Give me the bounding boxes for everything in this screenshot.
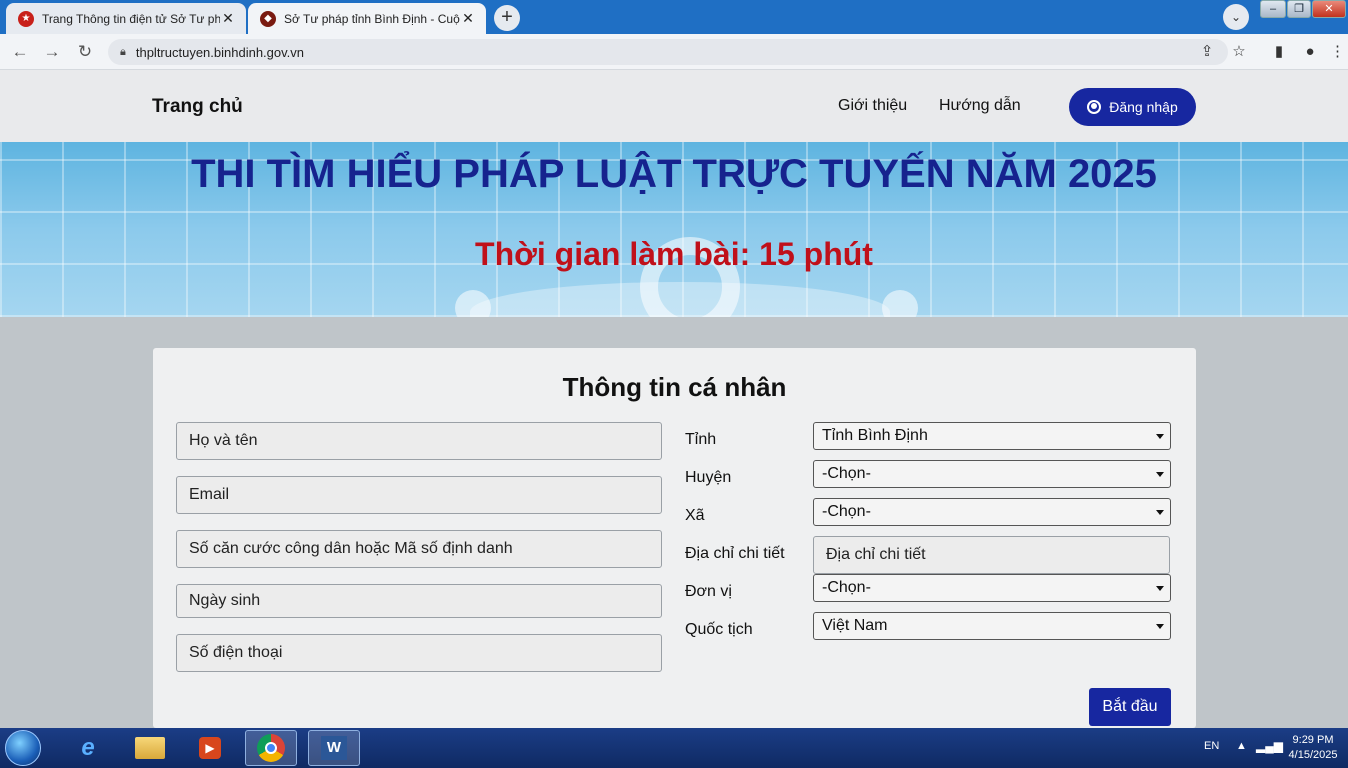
login-button[interactable]: Đăng nhập (1069, 88, 1196, 126)
language-indicator[interactable]: EN (1204, 740, 1219, 752)
nationality-select[interactable]: Việt Nam (813, 612, 1171, 640)
forward-icon[interactable]: → (41, 41, 63, 63)
profile-icon[interactable]: ● (1299, 41, 1321, 63)
media-player-icon[interactable]: ▶ (184, 730, 236, 766)
unit-select[interactable]: -Chọn- (813, 574, 1171, 602)
nav-guide[interactable]: Hướng dẫn (939, 97, 1021, 115)
tab-search-icon[interactable]: ⌄ (1223, 4, 1249, 30)
unit-value: -Chọn- (822, 579, 871, 596)
share-icon[interactable]: ⇪ (1196, 41, 1218, 63)
chrome-icon[interactable] (245, 730, 297, 766)
address-input[interactable]: Địa chỉ chi tiết (813, 536, 1170, 574)
close-tab-icon[interactable]: ✕ (220, 10, 236, 27)
internet-explorer-icon[interactable]: e (62, 730, 114, 766)
file-explorer-icon[interactable] (124, 730, 176, 766)
close-window-button[interactable]: ✕ (1312, 0, 1346, 18)
nationality-label: Quốc tịch (685, 621, 753, 638)
system-clock[interactable]: 9:29 PM 4/15/2025 (1282, 733, 1344, 763)
address-bar[interactable]: 🔒︎ thpltructuyen.binhdinh.gov.vn (108, 39, 1228, 65)
time-limit: Thời gian làm bài: 15 phút (475, 236, 873, 272)
birthday-input[interactable]: Ngày sinh (176, 584, 662, 618)
dropdown-caret-icon (1156, 586, 1164, 591)
browser-tab-2[interactable]: ◆ Sở Tư pháp tỉnh Bình Định - Cuộc ✕ (248, 3, 486, 34)
commune-label: Xã (685, 507, 705, 524)
show-hidden-icons[interactable]: ▲ (1236, 740, 1247, 752)
menu-icon[interactable]: ⋮ (1330, 41, 1345, 63)
district-label: Huyện (685, 469, 732, 486)
form-title: Thông tin cá nhân (562, 372, 787, 402)
dropdown-caret-icon (1156, 510, 1164, 515)
banner-decoration (882, 290, 918, 317)
minimize-button[interactable]: – (1260, 0, 1286, 18)
lock-icon: 🔒︎ (120, 45, 126, 58)
province-select[interactable]: Tỉnh Bình Định (813, 422, 1171, 450)
hero-banner: THI TÌM HIỂU PHÁP LUẬT TRỰC TUYẾN NĂM 20… (0, 142, 1348, 317)
browser-toolbar: ← → ↻ 🔒︎ thpltructuyen.binhdinh.gov.vn ⇪… (0, 34, 1348, 70)
word-icon[interactable]: W (308, 730, 360, 766)
province-label: Tỉnh (685, 431, 717, 448)
maximize-button[interactable]: ❐ (1287, 0, 1311, 18)
personal-info-card: Thông tin cá nhân Họ và tên Email Số căn… (153, 348, 1196, 728)
phone-input[interactable]: Số điện thoại (176, 634, 662, 672)
clock-time: 9:29 PM (1292, 734, 1334, 746)
close-tab-icon[interactable]: ✕ (460, 10, 476, 27)
unit-label: Đơn vị (685, 583, 732, 600)
commune-value: -Chọn- (822, 503, 871, 520)
nav-about[interactable]: Giới thiệu (838, 97, 907, 115)
dropdown-caret-icon (1156, 624, 1164, 629)
nav-home[interactable]: Trang chủ (152, 96, 243, 118)
network-signal-icon[interactable]: ▂▄▆ (1256, 739, 1283, 753)
address-url: thpltructuyen.binhdinh.gov.vn (135, 44, 305, 60)
windows-start-icon[interactable] (5, 730, 41, 766)
new-tab-button[interactable]: + (494, 5, 520, 31)
reload-icon[interactable]: ↻ (74, 41, 96, 63)
windows-taskbar: e ▶ W EN ▲ ▂▄▆ 9:29 PM 4/15/2025 (0, 728, 1348, 768)
site-navbar: Trang chủ Giới thiệu Hướng dẫn Đăng nhập (0, 70, 1348, 142)
fullname-input[interactable]: Họ và tên (176, 422, 662, 460)
emblem-icon: ◆ (260, 10, 276, 27)
commune-select[interactable]: -Chọn- (813, 498, 1171, 526)
district-select[interactable]: -Chọn- (813, 460, 1171, 488)
start-button[interactable]: Bắt đầu (1089, 688, 1171, 726)
tab-title: Trang Thông tin điện tử Sở Tư pháp (42, 11, 220, 26)
dropdown-caret-icon (1156, 472, 1164, 477)
emblem-icon: ★ (18, 10, 34, 27)
bookmark-star-icon[interactable]: ☆ (1228, 41, 1250, 63)
browser-tab-strip: ★ Trang Thông tin điện tử Sở Tư pháp ✕ ◆… (0, 0, 1348, 34)
email-input[interactable]: Email (176, 476, 662, 514)
contest-title: THI TÌM HIỂU PHÁP LUẬT TRỰC TUYẾN NĂM 20… (191, 152, 1157, 196)
user-icon (1087, 100, 1102, 114)
address-label: Địa chỉ chi tiết (685, 545, 785, 562)
tab-title: Sở Tư pháp tỉnh Bình Định - Cuộc (284, 11, 460, 26)
nationality-value: Việt Nam (822, 617, 888, 634)
login-label: Đăng nhập (1109, 99, 1178, 115)
district-value: -Chọn- (822, 465, 871, 482)
browser-tab-1[interactable]: ★ Trang Thông tin điện tử Sở Tư pháp ✕ (6, 3, 246, 34)
banner-decoration (455, 290, 491, 317)
back-icon[interactable]: ← (9, 41, 31, 63)
clock-date: 4/15/2025 (1288, 749, 1338, 761)
province-value: Tỉnh Bình Định (822, 427, 928, 444)
dropdown-caret-icon (1156, 434, 1164, 439)
side-panel-icon[interactable]: ▮ (1268, 41, 1290, 63)
id-number-input[interactable]: Số căn cước công dân hoặc Mã số định dan… (176, 530, 662, 568)
